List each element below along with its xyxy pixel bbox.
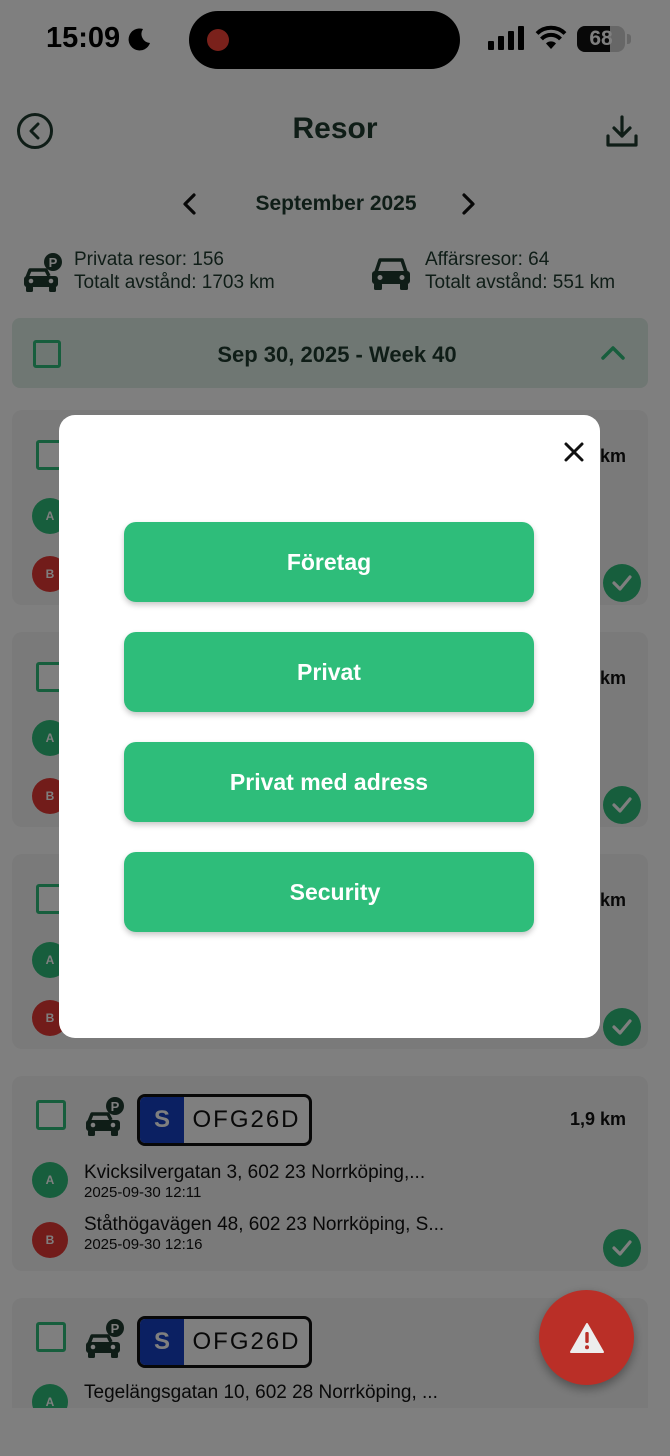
trip-type-modal: Företag Privat Privat med adress Securit… <box>59 415 600 1038</box>
private-with-address-button[interactable]: Privat med adress <box>124 742 534 822</box>
warning-triangle-icon <box>569 1322 604 1353</box>
alert-button[interactable] <box>539 1290 634 1385</box>
private-trip-button[interactable]: Privat <box>124 632 534 712</box>
close-icon[interactable] <box>562 440 586 464</box>
security-button[interactable]: Security <box>124 852 534 932</box>
company-trip-button[interactable]: Företag <box>124 522 534 602</box>
